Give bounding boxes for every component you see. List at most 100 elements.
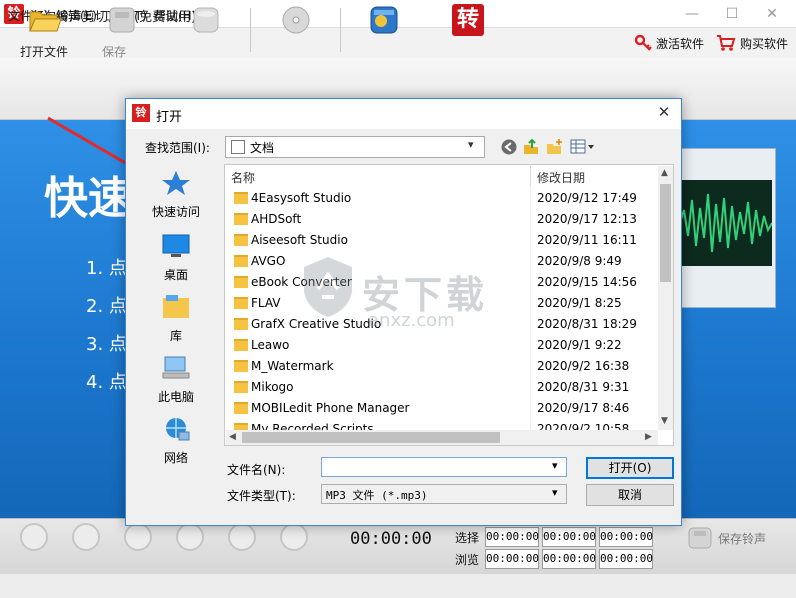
- folder-icon: [234, 402, 248, 414]
- pause-button[interactable]: [72, 523, 100, 551]
- chevron-down-icon[interactable]: ▾: [552, 459, 558, 472]
- open-file-label: 打开文件: [19, 45, 68, 59]
- file-list-row[interactable]: 4Easysoft Studio 2020/9/12 17:49: [231, 189, 655, 210]
- dialog-close-button[interactable]: ✕: [652, 103, 676, 121]
- place-this-pc[interactable]: 此电脑: [140, 355, 212, 405]
- close-button[interactable]: ✕: [752, 2, 792, 26]
- select-start-time[interactable]: 00:00:00: [485, 527, 539, 547]
- folder-icon: [234, 255, 248, 267]
- open-file-button[interactable]: 打开文件: [8, 4, 80, 60]
- place-desktop[interactable]: 桌面: [140, 233, 212, 283]
- column-divider[interactable]: [530, 164, 531, 186]
- file-list-row[interactable]: M_Watermark 2020/9/2 16:38: [231, 357, 655, 378]
- place-label: 桌面: [163, 268, 188, 282]
- scroll-left-arrow-icon[interactable]: ◀: [229, 432, 236, 442]
- column-header-date[interactable]: 修改日期: [537, 169, 585, 186]
- file-type-value: MP3 文件 (*.mp3): [326, 489, 428, 502]
- view-menu-icon[interactable]: [570, 138, 596, 156]
- file-list-row[interactable]: MOBILedit Phone Manager 2020/9/17 8:46: [231, 399, 655, 420]
- back-icon[interactable]: [500, 138, 518, 156]
- welcome-step-1: 1. 点: [86, 258, 127, 279]
- key-icon: [634, 34, 652, 51]
- vertical-scroll-thumb[interactable]: [660, 184, 671, 282]
- scroll-right-arrow-icon[interactable]: ▶: [645, 432, 652, 442]
- file-name: My Recorded Scripts: [251, 422, 374, 430]
- horizontal-scroll-thumb[interactable]: [242, 432, 500, 443]
- scroll-up-arrow-icon[interactable]: ▲: [661, 168, 668, 178]
- new-folder-icon[interactable]: [546, 138, 564, 156]
- file-name-label: 文件名(N):: [227, 463, 286, 477]
- cd-icon: [282, 6, 310, 34]
- open-button[interactable]: 打开(O): [586, 457, 674, 479]
- chevron-down-icon[interactable]: ▾: [552, 486, 558, 499]
- file-list-row[interactable]: Leawo 2020/9/1 9:22: [231, 336, 655, 357]
- folder-icon: [234, 360, 248, 372]
- mark-end-button[interactable]: [228, 523, 256, 551]
- toolbox-icon: [370, 6, 398, 34]
- select-label: 选择: [455, 531, 480, 545]
- file-list-row[interactable]: Aiseesoft Studio 2020/9/11 16:11: [231, 231, 655, 252]
- star-icon: [162, 171, 190, 195]
- welcome-step-4: 4. 点: [86, 372, 127, 393]
- folder-icon: [234, 297, 248, 309]
- column-header-name[interactable]: 名称: [231, 169, 255, 186]
- folder-icon: [234, 234, 248, 246]
- place-network[interactable]: 网络: [140, 416, 212, 466]
- scroll-down-arrow-icon[interactable]: ▼: [661, 416, 668, 426]
- file-name-input[interactable]: [321, 457, 567, 477]
- file-modified-date: 2020/9/12 17:49: [537, 191, 637, 205]
- folder-icon: [234, 423, 248, 430]
- dialog-titlebar: [126, 99, 681, 129]
- welcome-step-2: 2. 点: [86, 296, 127, 317]
- folder-icon: [234, 381, 248, 393]
- file-name: MOBILedit Phone Manager: [251, 401, 410, 415]
- file-modified-date: 2020/9/15 14:56: [537, 275, 637, 289]
- waveform-icon: [679, 193, 773, 253]
- buy-software-link[interactable]: 购买软件: [716, 33, 788, 53]
- place-library[interactable]: 库: [140, 294, 212, 344]
- save-ringtone-button[interactable]: 保存铃声: [686, 525, 766, 551]
- dialog-title: 打开: [156, 110, 183, 125]
- maximize-button[interactable]: ☐: [712, 2, 752, 26]
- place-quick-access[interactable]: 快速访问: [140, 170, 212, 220]
- save-button[interactable]: 保存: [86, 4, 158, 60]
- select-end-time[interactable]: 00:00:00: [542, 527, 596, 547]
- file-modified-date: 2020/8/31 18:29: [537, 317, 637, 331]
- cancel-button[interactable]: 取消: [586, 484, 674, 506]
- convert-button[interactable]: 转: [432, 4, 504, 60]
- toolbar-button-tool[interactable]: [348, 4, 420, 60]
- mark-start-button[interactable]: [176, 523, 204, 551]
- stop-button[interactable]: [124, 523, 152, 551]
- up-folder-icon[interactable]: [522, 138, 540, 156]
- file-list-row[interactable]: My Recorded Scripts 2020/9/2 10:58: [231, 420, 655, 430]
- select-length-time[interactable]: 00:00:00: [599, 527, 653, 547]
- watermark-subtext: anxz.com: [368, 310, 455, 331]
- place-label: 快速访问: [151, 205, 200, 219]
- look-in-label: 查找范围(I):: [145, 141, 210, 155]
- play-button[interactable]: [20, 523, 48, 551]
- play-selection-button[interactable]: [280, 523, 308, 551]
- toolbar-button-disk[interactable]: [170, 4, 242, 60]
- look-in-value: 文档: [250, 141, 275, 155]
- file-modified-date: 2020/9/11 16:11: [537, 233, 637, 247]
- chevron-down-icon: ▾: [468, 138, 474, 151]
- file-list-row[interactable]: Mikogo 2020/8/31 9:31: [231, 378, 655, 399]
- file-modified-date: 2020/9/1 9:22: [537, 338, 622, 352]
- place-label: 网络: [163, 451, 188, 465]
- browse-start-time[interactable]: 00:00:00: [485, 549, 539, 569]
- browse-length-time[interactable]: 00:00:00: [599, 549, 653, 569]
- file-name: 4Easysoft Studio: [251, 191, 352, 205]
- file-modified-date: 2020/9/17 12:13: [537, 212, 637, 226]
- file-modified-date: 2020/9/2 16:38: [537, 359, 630, 373]
- watermark-shield-icon: [304, 257, 352, 317]
- waveform-preview: [679, 180, 773, 266]
- file-name: FLAV: [251, 296, 281, 310]
- toolbar-button-cd[interactable]: [260, 4, 332, 60]
- browse-end-time[interactable]: 00:00:00: [542, 549, 596, 569]
- file-modified-date: 2020/9/17 8:46: [537, 401, 630, 415]
- file-list-row[interactable]: AHDSoft 2020/9/17 12:13: [231, 210, 655, 231]
- library-icon: [163, 295, 189, 318]
- minimize-button[interactable]: —: [672, 2, 712, 26]
- file-name: M_Watermark: [251, 359, 334, 373]
- activate-software-link[interactable]: 激活软件: [634, 33, 704, 53]
